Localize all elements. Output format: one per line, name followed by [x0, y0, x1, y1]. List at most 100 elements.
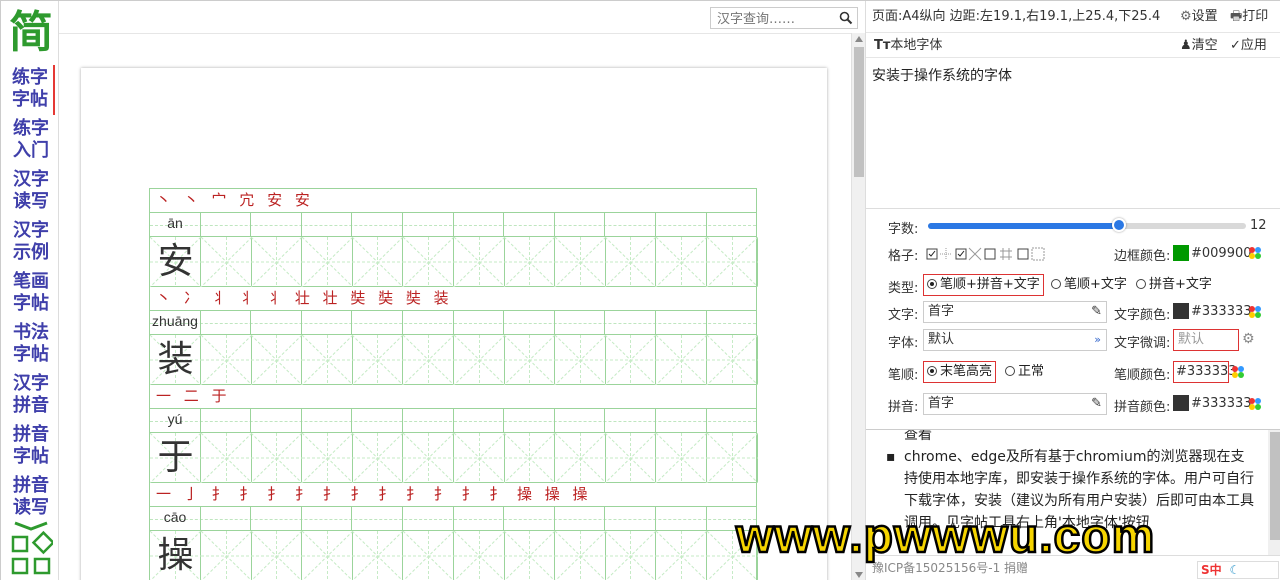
scroll-up-arrow[interactable] [855, 36, 863, 42]
character-cell [504, 335, 556, 385]
nav-item-label: 字帖 [13, 344, 49, 365]
apps-grid-icon[interactable] [9, 521, 56, 577]
apply-button[interactable]: ✓应用 [1230, 34, 1267, 58]
color-picker-icon[interactable] [1248, 246, 1262, 260]
nav-item-pinyin-copybook[interactable]: 拼音 字帖 [7, 422, 55, 472]
nav-item-pinyin-read-write[interactable]: 拼音 读写 [7, 473, 55, 523]
text-color-value: #333333 [1191, 304, 1252, 319]
pinyin-color-swatch[interactable] [1173, 395, 1189, 411]
hanzi-search [710, 7, 858, 30]
ime-indicator: S中 [1201, 563, 1222, 577]
search-icon[interactable] [839, 11, 853, 25]
pinyin-cell [504, 409, 555, 433]
text-color-swatch[interactable] [1173, 303, 1189, 319]
pinyin-row: zhuāng [149, 310, 758, 335]
help-scrollbar[interactable] [1268, 430, 1280, 555]
grid-style-icons[interactable] [926, 245, 1086, 263]
pinyin-cell [605, 213, 656, 237]
clear-label: 清空 [1191, 38, 1218, 53]
text-tune-label: 文字微调: [1114, 336, 1171, 351]
type-option-label: 笔顺+拼音+文字 [940, 277, 1040, 292]
nav-item-hanzi-example[interactable]: 汉字 示例 [7, 218, 55, 268]
font-select-value: 默认 [928, 332, 955, 347]
document-viewport: 丶 丶 宀 宂 安 安 ān 安丶 冫 丬 丬 丬 壮 壮 奘 奘 奘 装 zhuān… [59, 33, 852, 580]
ime-toolbar[interactable]: S中 ☾ [1197, 561, 1279, 579]
stroke-label: 笔顺: [888, 368, 919, 383]
pinyin-cell [201, 311, 252, 335]
broom-icon: ♟ [1180, 38, 1192, 53]
nav-item-hanzi-pinyin[interactable]: 汉字 拼音 [7, 371, 55, 421]
nav-item-calligraphy-copybook[interactable]: 书法 字帖 [7, 320, 55, 370]
nav-item-stroke-copybook[interactable]: 笔画 字帖 [7, 269, 55, 319]
slider-knob[interactable] [1111, 218, 1126, 232]
character-row: 装 [149, 334, 758, 385]
pinyin-cell [251, 213, 302, 237]
stroke-option-highlight-last[interactable]: 末笔高亮 [923, 361, 997, 383]
type-option-pinyin-text[interactable]: 拼音+文字 [1133, 275, 1215, 297]
border-color-value: #009900 [1191, 246, 1252, 261]
nav-item-label: 字帖 [13, 293, 49, 314]
font-size-icon: Tт [874, 38, 891, 53]
stroke-option-normal[interactable]: 正常 [1002, 362, 1047, 384]
pinyin-cell [605, 507, 656, 531]
pinyin-cell [707, 409, 758, 433]
border-color-label: 边框颜色: [1114, 249, 1171, 264]
practice-character: 操 [157, 535, 194, 576]
gear-icon[interactable]: ⚙ [1242, 331, 1255, 347]
logo[interactable]: 简 [9, 3, 53, 63]
pinyin-input-value: 首字 [928, 396, 955, 411]
border-color-swatch[interactable] [1173, 245, 1189, 261]
pencil-icon[interactable]: ✎ [1091, 302, 1102, 322]
color-picker-icon[interactable] [1231, 365, 1245, 379]
nav-item-practice-intro[interactable]: 练字 入门 [7, 116, 55, 166]
stroke-order-row: 丶 冫 丬 丬 丬 壮 壮 奘 奘 奘 装 [149, 286, 757, 310]
pinyin-cell [302, 213, 353, 237]
type-option-stroke-pinyin-text[interactable]: 笔顺+拼音+文字 [923, 274, 1044, 296]
character-cell: 于 [150, 433, 201, 483]
print-button[interactable]: 🖶打印 [1230, 1, 1268, 33]
character-cell [656, 531, 707, 580]
search-input[interactable] [711, 9, 831, 30]
pinyin-cell [403, 507, 454, 531]
stroke-option-label: 末笔高亮 [940, 364, 993, 379]
stroke-color-input[interactable]: #333333 [1173, 361, 1237, 383]
type-option-stroke-text[interactable]: 笔顺+文字 [1048, 275, 1130, 297]
color-picker-icon[interactable] [1248, 305, 1262, 319]
color-picker-icon[interactable] [1248, 397, 1262, 411]
vertical-scrollbar[interactable] [851, 33, 865, 580]
pinyin-text: zhuāng [152, 313, 198, 329]
character-cell [656, 335, 707, 385]
type-option-label: 笔顺+文字 [1064, 277, 1127, 292]
nav-item-practice-copybook[interactable]: 练字 字帖 [7, 65, 55, 115]
font-list-item[interactable]: 安装于操作系统的字体 [872, 65, 1276, 85]
nav-item-label: 练字 [13, 118, 49, 139]
character-cell: 操 [150, 531, 201, 580]
scroll-down-arrow[interactable] [855, 572, 863, 578]
left-nav: 简 练字 字帖 练字 入门 汉字 读写 汉字 示例 笔画 字帖 书法 字帖 汉字… [1, 1, 59, 580]
pinyin-input[interactable]: 首字 ✎ [923, 393, 1107, 415]
pencil-icon[interactable]: ✎ [1091, 394, 1102, 414]
clear-button[interactable]: ♟清空 [1180, 34, 1218, 58]
help-scrollbar-thumb[interactable] [1270, 432, 1280, 540]
nav-item-label: 字帖 [12, 89, 48, 110]
word-count-slider[interactable] [928, 218, 1246, 232]
nav-item-hanzi-read-write[interactable]: 汉字 读写 [7, 167, 55, 217]
text-input[interactable]: 首字 ✎ [923, 301, 1107, 323]
text-tune-input[interactable]: 默认 [1173, 329, 1239, 351]
character-cell [706, 433, 758, 483]
pinyin-cell [707, 311, 758, 335]
nav-item-label: 汉字 [13, 373, 49, 394]
scrollbar-thumb[interactable] [854, 47, 864, 177]
local-font-list[interactable]: 安装于操作系统的字体 [866, 59, 1280, 209]
font-select[interactable]: 默认 » [923, 329, 1107, 351]
pinyin-cell [302, 311, 353, 335]
pinyin-cell [403, 311, 454, 335]
stroke-color-value: #333333 [1176, 364, 1237, 379]
character-cell [605, 335, 657, 385]
settings-button[interactable]: ⚙设置 [1180, 1, 1218, 33]
pinyin-cell [403, 409, 454, 433]
text-tune-value: 默认 [1178, 332, 1205, 347]
nav-item-label: 读写 [13, 497, 49, 518]
character-cell [403, 237, 454, 287]
character-cell [352, 531, 404, 580]
